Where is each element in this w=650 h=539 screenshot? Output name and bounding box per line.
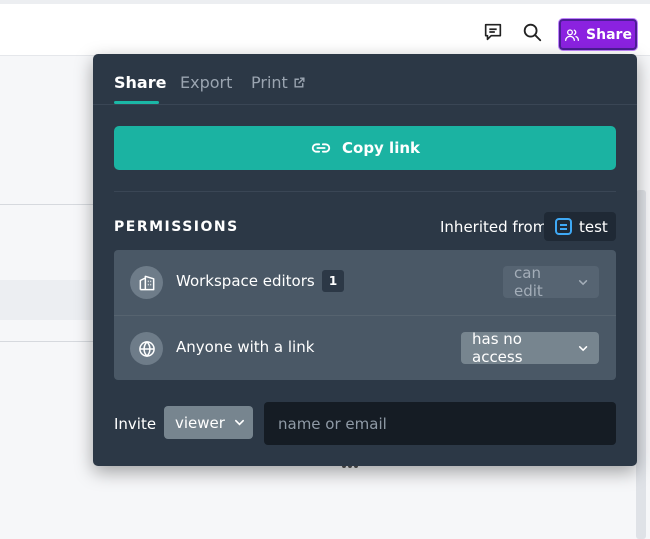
chevron-down-icon: [578, 345, 588, 351]
background-divider: [0, 204, 93, 205]
member-count-badge: 1: [322, 270, 344, 292]
access-value: can edit: [514, 264, 543, 300]
background-row: [0, 280, 100, 320]
permission-row-anyone-with-link: Anyone with a link has no access: [114, 315, 616, 380]
external-link-icon: [294, 77, 305, 88]
tab-print-label: Print: [251, 73, 288, 92]
background-divider: [0, 341, 93, 342]
permission-label: Workspace editors: [176, 272, 315, 290]
globe-icon: [130, 332, 163, 365]
permissions-list: Workspace editors 1 can edit Anyone with…: [114, 250, 616, 380]
tab-export[interactable]: Export: [180, 73, 232, 92]
building-icon: [130, 266, 163, 299]
share-popover: Share Export Print Copy link PERMISSIONS…: [93, 54, 637, 466]
link-icon: [311, 143, 331, 153]
comments-icon[interactable]: [482, 21, 504, 43]
page-scrollbar[interactable]: [636, 190, 646, 539]
document-icon: [555, 218, 572, 235]
invite-role-select[interactable]: viewer: [164, 406, 253, 439]
inherited-doc-name: test: [579, 217, 608, 236]
invite-label: Invite: [114, 415, 157, 433]
permission-row-workspace-editors: Workspace editors 1 can edit: [114, 250, 616, 315]
copy-link-button[interactable]: Copy link: [114, 126, 616, 170]
chevron-down-icon: [234, 419, 244, 426]
popover-tabs: Share Export Print: [93, 54, 637, 105]
copy-link-label: Copy link: [342, 139, 420, 157]
people-icon: [565, 28, 580, 41]
tab-print[interactable]: Print: [251, 73, 306, 92]
invite-email-input[interactable]: [264, 402, 616, 445]
inherited-doc-link[interactable]: test: [544, 212, 616, 241]
access-value: has no access: [472, 330, 523, 366]
link-access-select[interactable]: has no access: [461, 330, 599, 366]
top-bar: Share: [0, 0, 650, 56]
workspace-editors-access-select: can edit: [503, 264, 599, 300]
chevron-down-icon: [578, 279, 588, 285]
tab-share[interactable]: Share: [114, 73, 166, 92]
inherited-from-label: Inherited from: [440, 218, 548, 236]
share-button[interactable]: Share: [559, 19, 637, 50]
permission-label: Anyone with a link: [176, 338, 315, 356]
invite-role-value: viewer: [175, 413, 225, 432]
share-button-label: Share: [586, 26, 632, 43]
permissions-heading: PERMISSIONS: [114, 219, 239, 235]
search-icon[interactable]: [521, 21, 543, 43]
divider: [114, 191, 616, 192]
active-tab-indicator: [114, 101, 159, 104]
